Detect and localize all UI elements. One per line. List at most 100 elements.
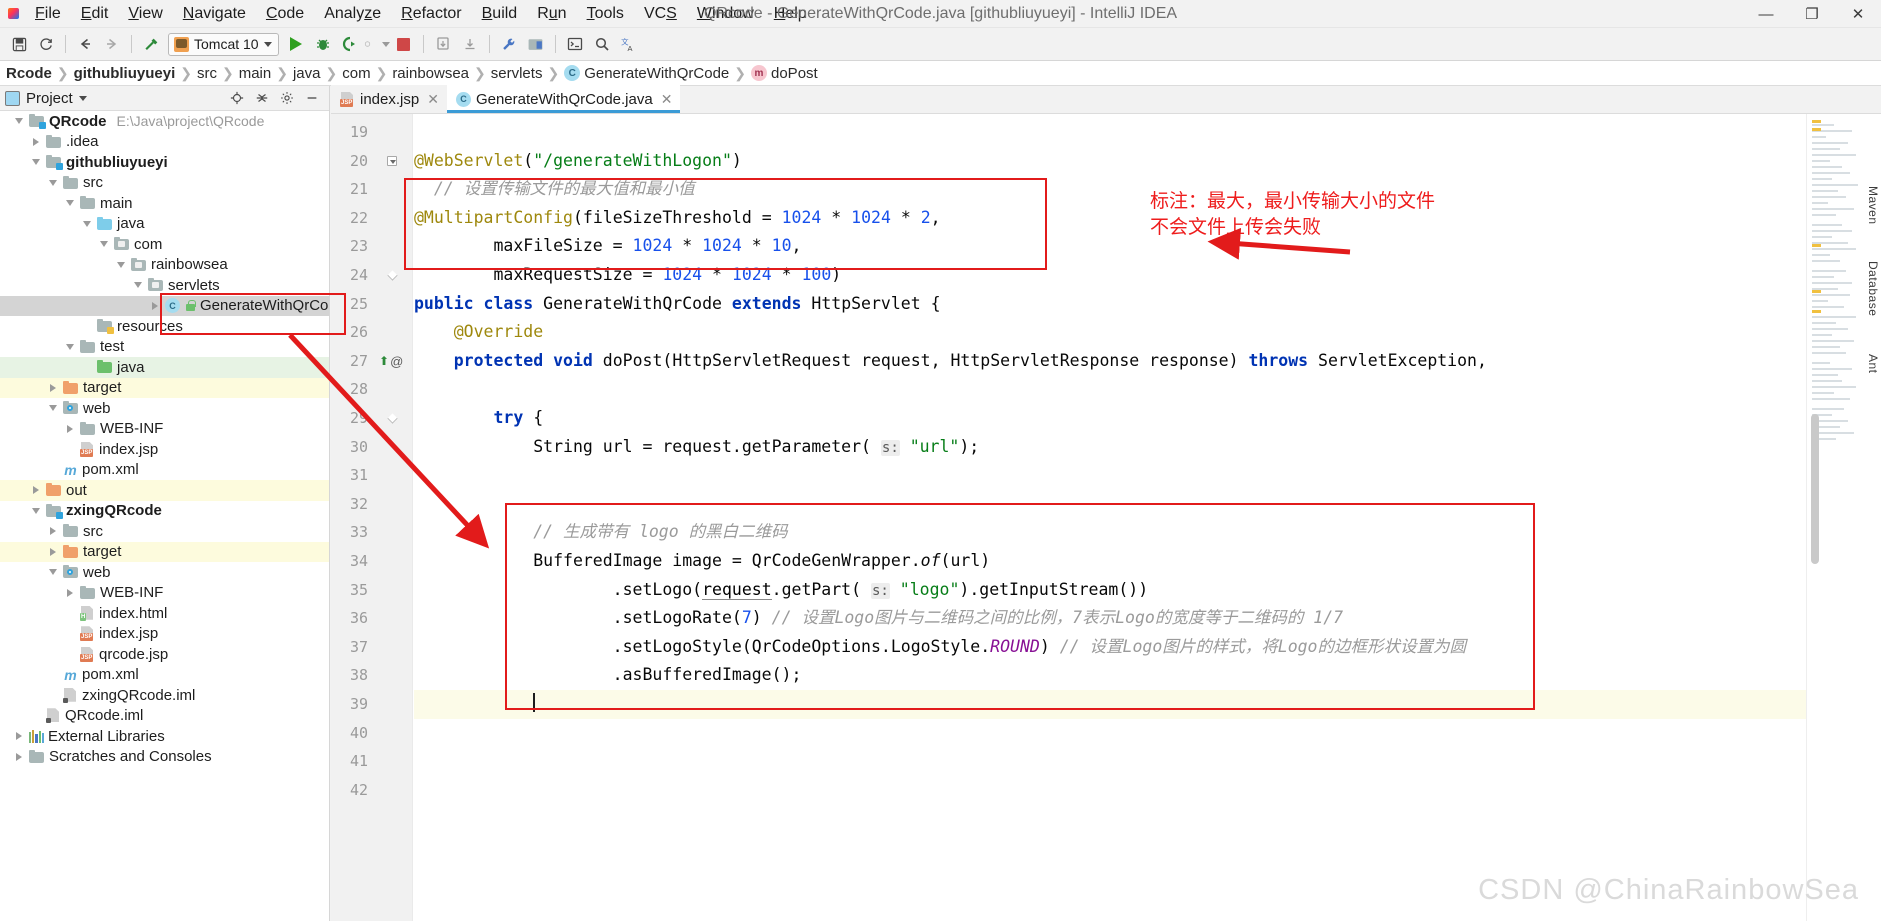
code-line[interactable]: protected void doPost(HttpServletRequest…	[414, 347, 1487, 376]
tab-index-jsp[interactable]: JSP index.jsp ✕	[331, 85, 447, 113]
menu-bar[interactable]: File Edit View Navigate Code Analyze Ref…	[26, 1, 816, 27]
menu-vcs[interactable]: VCS	[635, 1, 686, 27]
save-icon[interactable]	[6, 31, 32, 57]
chevron-right-icon[interactable]	[46, 525, 59, 538]
tool-window-database[interactable]: Database	[1866, 261, 1880, 316]
code-fold-handle[interactable]	[383, 404, 401, 433]
breadcrumb-item-1[interactable]: githubliuyueyi	[70, 65, 180, 82]
chevron-down-icon[interactable]	[29, 156, 42, 169]
locate-icon[interactable]	[229, 90, 245, 106]
search-everywhere-icon[interactable]	[589, 31, 615, 57]
tool-window-maven[interactable]: Maven	[1866, 186, 1880, 225]
tree-node-qrcode-iml[interactable]: QRcode.iml	[0, 706, 329, 727]
tree-node-pom-xml[interactable]: mpom.xml	[0, 460, 329, 481]
run-icon[interactable]	[283, 31, 309, 57]
code-content[interactable]: @WebServlet("/generateWithLogon") // 设置传…	[414, 114, 1881, 921]
close-button[interactable]: ✕	[1835, 0, 1881, 28]
minimize-button[interactable]: —	[1743, 0, 1789, 28]
breadcrumb-item-0[interactable]: Rcode	[2, 65, 56, 82]
chevron-down-icon[interactable]	[63, 340, 76, 353]
tree-node-target[interactable]: target	[0, 542, 329, 563]
breadcrumb-item-8[interactable]: C GenerateWithQrCode	[560, 65, 733, 82]
tree-node-main[interactable]: main	[0, 193, 329, 214]
breadcrumb[interactable]: Rcode ❯ githubliuyueyi ❯ src ❯ main ❯ ja…	[0, 61, 1881, 86]
tree-node-generatewithqrco[interactable]: CGenerateWithQrCo	[0, 296, 329, 317]
menu-window[interactable]: Window	[688, 1, 763, 27]
chevron-right-icon[interactable]	[29, 484, 42, 497]
error-stripe-mark[interactable]	[1812, 244, 1821, 247]
tree-node-java[interactable]: java	[0, 357, 329, 378]
close-icon[interactable]: ✕	[427, 91, 439, 108]
deploy-icon[interactable]	[430, 31, 456, 57]
collapse-all-icon[interactable]	[254, 90, 270, 106]
chevron-down-icon[interactable]	[63, 197, 76, 210]
tree-node-java[interactable]: java	[0, 214, 329, 235]
error-stripe-mark[interactable]	[1812, 290, 1821, 293]
tree-node-web-inf[interactable]: WEB-INF	[0, 583, 329, 604]
chevron-right-icon[interactable]	[46, 545, 59, 558]
tab-generatewithqrcode-java[interactable]: C GenerateWithQrCode.java ✕	[447, 85, 680, 113]
menu-navigate[interactable]: Navigate	[174, 1, 255, 27]
menu-build[interactable]: Build	[473, 1, 527, 27]
breadcrumb-item-4[interactable]: java	[289, 65, 325, 82]
tree-node-zxingqrcode[interactable]: zxingQRcode	[0, 501, 329, 522]
error-stripe-mark[interactable]	[1812, 128, 1821, 131]
code-line[interactable]: @MultipartConfig(fileSizeThreshold = 102…	[414, 204, 941, 233]
breadcrumb-item-9[interactable]: m doPost	[747, 65, 822, 82]
menu-file[interactable]: File	[26, 1, 70, 27]
tree-node-src[interactable]: src	[0, 521, 329, 542]
code-line[interactable]: public class GenerateWithQrCode extends …	[414, 290, 941, 319]
stop-icon[interactable]	[391, 31, 417, 57]
chevron-right-icon[interactable]	[63, 586, 76, 599]
settings-gear-icon[interactable]	[279, 90, 295, 106]
tree-node-web[interactable]: web	[0, 398, 329, 419]
chevron-down-icon[interactable]	[79, 96, 87, 101]
tree-node-githubliuyueyi[interactable]: githubliuyueyi	[0, 152, 329, 173]
code-line[interactable]: maxFileSize = 1024 * 1024 * 10,	[414, 232, 801, 261]
chevron-down-icon[interactable]	[46, 566, 59, 579]
window-controls[interactable]: — ❐ ✕	[1743, 0, 1881, 28]
menu-code[interactable]: Code	[257, 1, 313, 27]
tree-node-index-jsp[interactable]: JSPindex.jsp	[0, 624, 329, 645]
forward-arrow-icon[interactable]	[99, 31, 125, 57]
code-line[interactable]: .asBufferedImage();	[414, 661, 801, 690]
chevron-down-icon[interactable]	[114, 258, 127, 271]
chevron-right-icon[interactable]	[29, 135, 42, 148]
build-hammer-icon[interactable]	[138, 31, 164, 57]
error-stripe-mark[interactable]	[1812, 310, 1821, 313]
tree-node-com[interactable]: com	[0, 234, 329, 255]
breadcrumb-item-7[interactable]: servlets	[487, 65, 547, 82]
breadcrumb-item-2[interactable]: src	[193, 65, 221, 82]
menu-analyze[interactable]: Analyze	[315, 1, 390, 27]
code-line[interactable]	[414, 690, 535, 719]
tree-node-pom-xml[interactable]: mpom.xml	[0, 665, 329, 686]
chevron-down-icon[interactable]	[46, 176, 59, 189]
code-line[interactable]: // 设置传输文件的最大值和最小值	[414, 175, 695, 204]
project-structure-icon[interactable]	[523, 31, 549, 57]
code-fold-handle[interactable]	[383, 261, 401, 290]
tree-node-web-inf[interactable]: WEB-INF	[0, 419, 329, 440]
breadcrumb-item-3[interactable]: main	[235, 65, 276, 82]
code-line[interactable]: BufferedImage image = QrCodeGenWrapper.o…	[414, 547, 990, 576]
tree-node-resources[interactable]: resources	[0, 316, 329, 337]
tree-node-target[interactable]: target	[0, 378, 329, 399]
tree-node-web[interactable]: web	[0, 562, 329, 583]
tree-node-index-jsp[interactable]: JSPindex.jsp	[0, 439, 329, 460]
chevron-down-icon[interactable]	[131, 279, 144, 292]
tree-node-servlets[interactable]: servlets	[0, 275, 329, 296]
menu-refactor[interactable]: Refactor	[392, 1, 470, 27]
menu-tools[interactable]: Tools	[578, 1, 633, 27]
update-icon[interactable]	[457, 31, 483, 57]
tree-node--idea[interactable]: .idea	[0, 132, 329, 153]
editor-right-rail[interactable]	[1806, 114, 1881, 921]
tree-node-out[interactable]: out	[0, 480, 329, 501]
tree-node-src[interactable]: src	[0, 173, 329, 194]
back-arrow-icon[interactable]	[72, 31, 98, 57]
error-stripe-mark[interactable]	[1812, 120, 1821, 123]
chevron-down-icon[interactable]	[80, 217, 93, 230]
tree-node-qrcode-jsp[interactable]: JSPqrcode.jsp	[0, 644, 329, 665]
tree-node-qrcode[interactable]: QRcodeE:\Java\project\QRcode	[0, 111, 329, 132]
tree-node-index-html[interactable]: Hindex.html	[0, 603, 329, 624]
code-line[interactable]: .setLogo(request.getPart( s: "logo").get…	[414, 576, 1148, 605]
debug-icon[interactable]	[310, 31, 336, 57]
